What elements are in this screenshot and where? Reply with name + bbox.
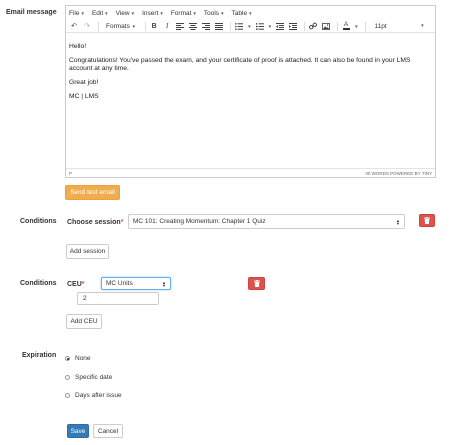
ceu-value-input[interactable]: 2 bbox=[77, 292, 159, 305]
content-line: Hello! bbox=[69, 43, 87, 50]
align-center-icon[interactable] bbox=[188, 21, 198, 31]
content-line: Congratulations! You've passed the exam,… bbox=[69, 57, 411, 72]
align-justify-icon[interactable] bbox=[214, 21, 224, 31]
ceu-label: CEU* bbox=[67, 281, 85, 288]
bullet-list-icon[interactable] bbox=[234, 21, 244, 31]
italic-icon[interactable]: I bbox=[162, 21, 172, 31]
align-left-icon[interactable] bbox=[175, 21, 185, 31]
menu-format[interactable]: Format▼ bbox=[171, 10, 197, 17]
choose-session-label: Choose session* bbox=[67, 219, 124, 226]
chevron-down-icon: ▼ bbox=[420, 22, 425, 28]
trash-icon bbox=[424, 217, 430, 224]
editor-toolbar: ↶ ↷ Formats ▼ B I ▼ ▼ A ▼ 11pt ▼ bbox=[66, 20, 435, 33]
editor-menubar: File▼ Edit▼ View▼ Insert▼ Format▼ Tools▼… bbox=[66, 6, 435, 20]
numbered-list-icon[interactable] bbox=[255, 21, 265, 31]
select-arrows-icon: ▲ ▼ bbox=[396, 217, 400, 226]
menu-insert[interactable]: Insert▼ bbox=[142, 10, 164, 17]
chevron-down-icon: ▼ bbox=[131, 23, 137, 29]
chevron-down-icon: ▼ bbox=[104, 10, 109, 16]
formats-dropdown[interactable]: Formats ▼ bbox=[106, 23, 136, 30]
expiration-days-after-issue-label[interactable]: Days after issue bbox=[75, 392, 122, 399]
toolbar-divider bbox=[364, 21, 366, 31]
chevron-down-icon[interactable]: ▼ bbox=[247, 24, 251, 29]
expiration-none-radio[interactable] bbox=[65, 356, 70, 361]
expiration-specific-date-radio[interactable] bbox=[65, 375, 70, 380]
align-right-icon[interactable] bbox=[201, 21, 211, 31]
outdent-icon[interactable] bbox=[275, 21, 285, 31]
expiration-days-after-issue-radio[interactable] bbox=[65, 393, 70, 398]
conditions-label: Conditions bbox=[20, 280, 57, 287]
content-line: MC | LMS bbox=[69, 93, 99, 100]
chevron-down-icon[interactable]: ▼ bbox=[354, 24, 358, 29]
send-test-email-button[interactable]: Send test email bbox=[65, 185, 120, 200]
email-message-label: Email message bbox=[6, 9, 57, 16]
save-button[interactable]: Save bbox=[67, 424, 89, 438]
menu-table[interactable]: Table▼ bbox=[232, 10, 253, 17]
menu-tools[interactable]: Tools▼ bbox=[204, 10, 225, 17]
chevron-down-icon: ▼ bbox=[220, 10, 225, 16]
toolbar-divider bbox=[337, 21, 339, 31]
add-session-button[interactable]: Add session bbox=[66, 244, 109, 259]
toolbar-divider bbox=[230, 21, 232, 31]
menu-edit[interactable]: Edit▼ bbox=[92, 10, 109, 17]
chevron-down-icon: ▼ bbox=[159, 10, 164, 16]
menu-view[interactable]: View▼ bbox=[116, 10, 135, 17]
word-count: 30 WORDS POWERED BY TINY bbox=[365, 170, 432, 176]
text-color-icon[interactable]: A bbox=[341, 21, 351, 31]
toolbar-divider bbox=[98, 21, 99, 31]
delete-ceu-button[interactable] bbox=[248, 277, 265, 290]
content-line: Great job! bbox=[69, 79, 99, 86]
expiration-none-label[interactable]: None bbox=[75, 355, 91, 362]
conditions-label: Conditions bbox=[20, 218, 57, 225]
session-select[interactable]: MC 101: Creating Momentum: Chapter 1 Qui… bbox=[128, 214, 405, 229]
chevron-down-icon: ▼ bbox=[80, 10, 85, 16]
bold-icon[interactable]: B bbox=[149, 21, 159, 31]
ceu-unit-select[interactable]: MC Units ▲ ▼ bbox=[101, 277, 171, 290]
expiration-specific-date-label[interactable]: Specific date bbox=[75, 374, 112, 381]
image-icon[interactable] bbox=[321, 21, 331, 31]
cancel-button[interactable]: Cancel bbox=[93, 424, 123, 438]
expiration-label: Expiration bbox=[22, 352, 57, 359]
editor-content-area[interactable]: Hello! Congratulations! You've passed th… bbox=[69, 43, 432, 107]
session-select-value: MC 101: Creating Momentum: Chapter 1 Qui… bbox=[133, 218, 266, 225]
chevron-down-icon[interactable]: ▼ bbox=[268, 24, 272, 29]
rich-text-editor: File▼ Edit▼ View▼ Insert▼ Format▼ Tools▼… bbox=[65, 5, 436, 178]
editor-statusbar: P 30 WORDS POWERED BY TINY bbox=[66, 168, 435, 177]
toolbar-divider bbox=[145, 21, 147, 31]
chevron-down-icon: ▼ bbox=[192, 10, 197, 16]
undo-icon[interactable]: ↶ bbox=[69, 21, 79, 31]
ceu-unit-select-value: MC Units bbox=[106, 280, 133, 287]
select-arrows-icon: ▲ ▼ bbox=[162, 279, 166, 288]
redo-icon[interactable]: ↷ bbox=[82, 21, 92, 31]
add-ceu-button[interactable]: Add CEU bbox=[66, 314, 102, 329]
menu-file[interactable]: File▼ bbox=[69, 10, 85, 17]
font-size-dropdown[interactable]: 11pt ▼ bbox=[375, 23, 425, 30]
indent-icon[interactable] bbox=[288, 21, 298, 31]
link-icon[interactable] bbox=[308, 21, 318, 31]
trash-icon bbox=[253, 280, 260, 287]
chevron-down-icon: ▼ bbox=[248, 10, 253, 16]
toolbar-divider bbox=[304, 21, 306, 31]
chevron-down-icon: ▼ bbox=[130, 10, 136, 16]
element-path[interactable]: P bbox=[69, 171, 72, 176]
delete-session-button[interactable] bbox=[419, 214, 435, 227]
